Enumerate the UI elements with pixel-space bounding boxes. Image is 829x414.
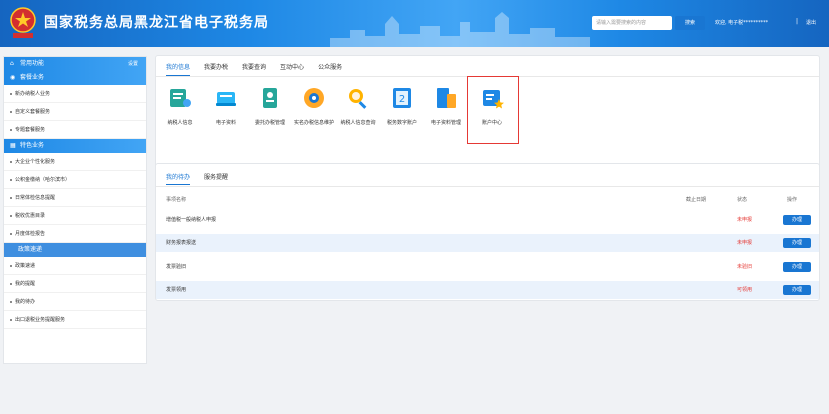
col-header-name: 事项名称 (166, 197, 187, 203)
handle-button[interactable]: 办理 (783, 285, 811, 295)
app-label: 纳税人信息查询 (340, 120, 376, 126)
app-label: 纳税人信息 (167, 120, 193, 126)
row-status: 可领用 (737, 287, 753, 293)
tab-interaction[interactable]: 互动中心 (280, 62, 304, 76)
account-center-highlight (467, 76, 519, 144)
app-label: 税务数字账户 (386, 120, 417, 126)
header-separator: | (796, 18, 799, 25)
table-row: 发票验旧 未验旧 办理 (156, 258, 819, 276)
col-header-op: 操作 (787, 197, 798, 203)
todo-panel: 我的待办 服务提醒 事项名称 截止日期 状态 操作 增值税一般纳税人申报 未申报… (155, 163, 820, 301)
app-realname-maintain[interactable]: 实名办税信息维护 (292, 86, 336, 127)
sidebar-setting-link[interactable]: 设置 (128, 57, 138, 71)
app-label: 电子资料 (215, 120, 236, 126)
welcome-text: 欢迎, 电子税********** (715, 20, 769, 26)
sidebar-item[interactable]: 日常体检信息提醒 (4, 189, 146, 207)
table-header: 事项名称 截止日期 状态 操作 (156, 192, 819, 208)
row-status: 未申报 (737, 240, 753, 246)
realname-maintain-icon (304, 88, 324, 108)
sidebar-item[interactable]: 专题套餐服务 (4, 121, 146, 139)
sidebar-common-title: 常用功能 (20, 60, 45, 67)
skyline-decoration (330, 12, 590, 47)
row-name: 发票验旧 (166, 264, 187, 270)
taxpayer-query-icon (349, 89, 367, 109)
tab-do-tax[interactable]: 我要办税 (204, 62, 228, 76)
info-tabs: 我的信息 我要办税 我要查询 互动中心 公众服务 (166, 62, 356, 76)
app-data-management[interactable]: 电子资料管理 (424, 86, 468, 127)
sidebar-item[interactable]: 月度体检报告 (4, 225, 146, 243)
sidebar-item[interactable]: 出口退税业务提醒服务 (4, 311, 146, 329)
electronic-data-icon (216, 92, 236, 106)
package-icon: ◉ (10, 74, 16, 81)
row-status: 未验旧 (737, 264, 753, 270)
handle-button[interactable]: 办理 (783, 238, 811, 248)
home-icon: ⌂ (10, 60, 14, 67)
grid-icon: ▦ (10, 142, 16, 149)
tab-my-todo[interactable]: 我的待办 (166, 172, 191, 185)
sidebar-item[interactable]: 新办纳税人业务 (4, 85, 146, 103)
handle-button[interactable]: 办理 (783, 262, 811, 272)
sidebar-item[interactable]: 政策速递 (4, 257, 146, 275)
sidebar-item[interactable]: 我的待办 (4, 293, 146, 311)
sidebar-special-title: 特色业务 (20, 142, 45, 149)
tax-emblem-icon (10, 7, 36, 38)
row-name: 财务报表报送 (166, 240, 197, 246)
tab-my-info[interactable]: 我的信息 (166, 62, 191, 76)
search-input[interactable]: 请输入需要搜索的内容 (592, 16, 672, 30)
sidebar-item[interactable]: 税收优惠目录 (4, 207, 146, 225)
col-header-status: 状态 (737, 197, 748, 203)
tab-service-reminder[interactable]: 服务提醒 (204, 172, 228, 185)
digital-account-icon: 2 (393, 88, 411, 108)
app-label: 实名办税信息维护 (293, 120, 334, 126)
sidebar-item[interactable]: 公积金缴纳（哈尔滨市） (4, 171, 146, 189)
row-name: 发票领用 (166, 287, 187, 293)
logout-link[interactable]: 退出 (806, 19, 816, 26)
col-header-date: 截止日期 (686, 197, 707, 203)
sidebar-package-header[interactable]: ◉ 套餐业务 (4, 71, 146, 85)
app-label: 电子资料管理 (430, 120, 461, 126)
table-row: 增值税一般纳税人申报 未申报 办理 (156, 211, 819, 229)
todo-tabs: 我的待办 服务提醒 (166, 172, 242, 185)
sidebar-special-header[interactable]: ▦ 特色业务 (4, 139, 146, 153)
row-status: 未申报 (737, 217, 753, 223)
todo-tab-divider (156, 186, 819, 187)
taxpayer-info-icon (170, 89, 191, 107)
app-electronic-data[interactable]: 电子资料 (204, 86, 248, 127)
delegate-tax-icon (263, 88, 277, 108)
sidebar-common-header[interactable]: ⌂ 常用功能 设置 (4, 57, 146, 71)
app-label: 委托办税管理 (254, 120, 285, 126)
sidebar-item[interactable]: 我的提醒 (4, 275, 146, 293)
app-taxpayer-info[interactable]: 纳税人信息 (158, 86, 202, 127)
site-title: 国家税务总局黑龙江省电子税务局 (44, 15, 269, 31)
sidebar-package-title: 套餐业务 (20, 74, 45, 81)
data-management-icon (437, 88, 456, 108)
sidebar: ⌂ 常用功能 设置 ◉ 套餐业务 新办纳税人业务 自定义套餐服务 专题套餐服务 ▦ 特… (3, 56, 147, 364)
sidebar-item[interactable]: 自定义套餐服务 (4, 103, 146, 121)
app-digital-account[interactable]: 2 税务数字账户 (380, 86, 424, 127)
svg-text:2: 2 (399, 94, 405, 105)
sidebar-item[interactable]: 大企业个性化服务 (4, 153, 146, 171)
table-row: 财务报表报送 未申报 办理 (156, 234, 819, 252)
header: 国家税务总局黑龙江省电子税务局 请输入需要搜索的内容 搜索 欢迎, 电子税***… (0, 0, 829, 47)
search-button[interactable]: 搜索 (675, 16, 705, 30)
table-row: 发票领用 可领用 办理 (156, 281, 819, 299)
row-name: 增值税一般纳税人申报 (166, 217, 217, 223)
sidebar-policy-header[interactable]: 政策速递 (4, 243, 146, 257)
handle-button[interactable]: 办理 (783, 215, 811, 225)
app-delegate-tax[interactable]: 委托办税管理 (248, 86, 292, 127)
tab-query[interactable]: 我要查询 (242, 62, 266, 76)
app-taxpayer-query[interactable]: 纳税人信息查询 (336, 86, 380, 127)
tab-public-service[interactable]: 公众服务 (318, 62, 342, 76)
